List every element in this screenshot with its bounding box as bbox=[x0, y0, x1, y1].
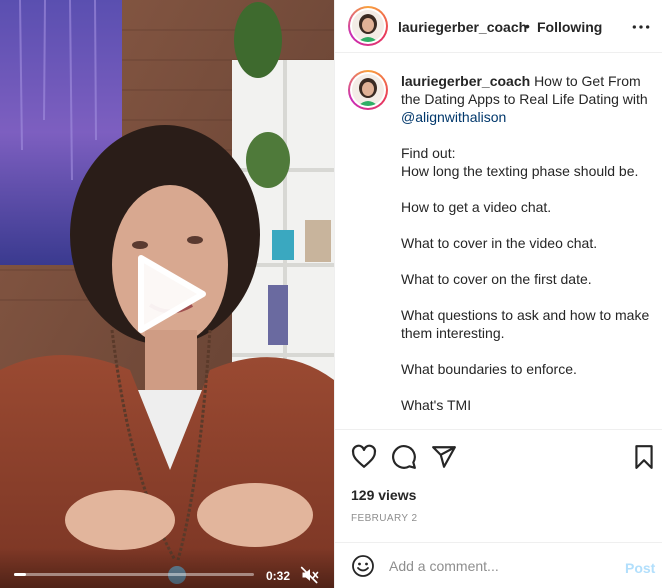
caption-lines: Find out: How long the texting phase shou… bbox=[401, 144, 651, 414]
play-icon[interactable] bbox=[131, 254, 211, 334]
caption-line: How long the texting phase should be. bbox=[401, 163, 639, 179]
video-time: 0:32 bbox=[266, 569, 291, 583]
caption-username[interactable]: lauriegerber_coach bbox=[401, 73, 530, 89]
heart-icon[interactable] bbox=[351, 444, 377, 470]
post-date[interactable]: FEBRUARY 2 bbox=[351, 513, 417, 524]
caption-line: Find out: bbox=[401, 145, 456, 161]
caption-text: lauriegerber_coach How to Get From the D… bbox=[401, 72, 651, 414]
bookmark-icon[interactable] bbox=[631, 444, 657, 470]
caption-line: What to cover in the video chat. bbox=[401, 235, 598, 251]
caption-line: What to cover on the first date. bbox=[401, 271, 592, 287]
avatar-image bbox=[352, 10, 384, 42]
caption-line: What boundaries to enforce. bbox=[401, 361, 577, 377]
caption-line: What questions to ask and how to make th… bbox=[401, 307, 650, 341]
progress-bar[interactable] bbox=[14, 573, 254, 576]
smiley-icon[interactable] bbox=[351, 554, 375, 578]
caption-spacer bbox=[401, 180, 651, 198]
caption-avatar[interactable] bbox=[348, 70, 388, 110]
header-username[interactable]: lauriegerber_coach bbox=[398, 19, 527, 35]
post-button[interactable]: Post bbox=[625, 560, 655, 576]
paper-plane-icon[interactable] bbox=[431, 444, 457, 470]
caption-line: What's TMI bbox=[401, 397, 472, 413]
comment-bar: Post bbox=[335, 542, 662, 588]
caption-spacer bbox=[401, 252, 651, 270]
post-header: lauriegerber_coach • Following bbox=[335, 0, 662, 53]
caption-spacer bbox=[401, 288, 651, 306]
caption-spacer bbox=[401, 342, 651, 360]
action-bar: 129 views FEBRUARY 2 bbox=[335, 429, 662, 542]
caption-spacer bbox=[401, 378, 651, 396]
comment-input[interactable] bbox=[389, 554, 609, 578]
post-panel: lauriegerber_coach • Following laurieger… bbox=[334, 0, 662, 588]
following-button[interactable]: Following bbox=[537, 19, 602, 35]
more-dots-icon[interactable] bbox=[631, 17, 651, 37]
avatar-image bbox=[352, 74, 384, 106]
caption-title: lauriegerber_coach How to Get From the D… bbox=[401, 72, 651, 126]
video-controls: 0:32 bbox=[0, 548, 334, 588]
view-count[interactable]: 129 views bbox=[351, 487, 416, 503]
caption-spacer bbox=[401, 216, 651, 234]
header-separator: • bbox=[525, 18, 530, 34]
comment-bubble-icon[interactable] bbox=[391, 444, 417, 470]
progress-fill bbox=[14, 573, 26, 576]
caption-line: How to get a video chat. bbox=[401, 199, 552, 215]
speaker-muted-icon[interactable] bbox=[300, 565, 320, 585]
avatar[interactable] bbox=[348, 6, 388, 46]
caption-mention[interactable]: @alignwithalison bbox=[401, 109, 506, 125]
video-player[interactable]: 0:32 bbox=[0, 0, 334, 588]
caption-scroll[interactable]: lauriegerber_coach How to Get From the D… bbox=[335, 54, 662, 428]
